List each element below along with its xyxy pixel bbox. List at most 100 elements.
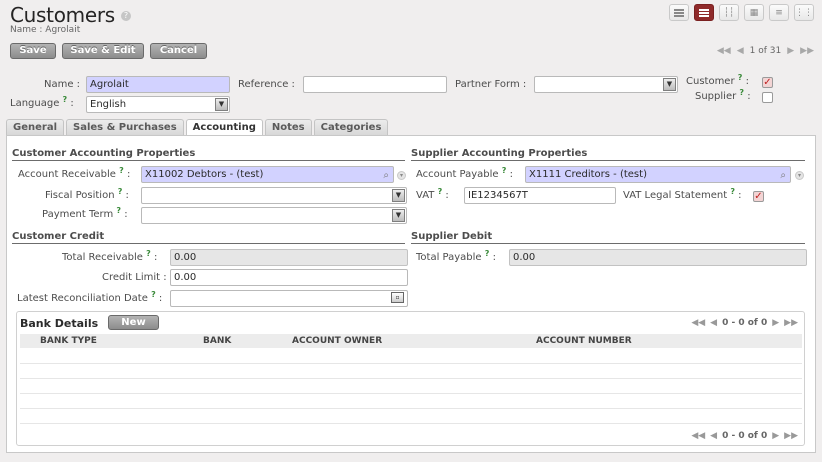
prev-record-icon[interactable]: ◀ [737, 46, 744, 56]
bank-details-grid: Bank Details New ◀◀ ◀ 0 - 0 of 0 ▶ ▶▶ BANK T… [16, 311, 805, 446]
page-title: Customers? [10, 3, 131, 27]
save-button[interactable]: Save [10, 43, 56, 59]
language-select[interactable]: English ▼ [86, 96, 230, 113]
prev-page-icon[interactable]: ◀ [710, 318, 717, 328]
next-record-icon[interactable]: ▶ [787, 46, 794, 56]
help-marker-icon[interactable]: ? [118, 187, 123, 196]
partner-form-select[interactable]: ▼ [534, 76, 678, 93]
gantt-view-icon[interactable]: ≡ [769, 4, 789, 21]
total-payable-value: 0.00 [509, 249, 807, 266]
help-marker-icon[interactable]: ? [119, 166, 124, 175]
tab-categories[interactable]: Categories [313, 119, 389, 135]
vat-input[interactable]: IE1234567T [464, 187, 616, 204]
help-marker-icon[interactable]: ? [739, 88, 744, 97]
calendar-view-icon[interactable]: ▦ [744, 4, 764, 21]
customer-credit-header: Customer Credit [12, 231, 405, 244]
credit-limit-label: Credit Limit : [102, 272, 167, 283]
chevron-down-icon: ▼ [663, 78, 676, 91]
search-icon[interactable]: ⌕ [383, 168, 389, 183]
bank-details-title: Bank Details [20, 317, 99, 330]
table-row [20, 378, 802, 379]
last-record-icon[interactable]: ▶▶ [800, 46, 814, 56]
record-pager: ◀◀ ◀ 1 of 31 ▶ ▶▶ [717, 46, 814, 56]
list-view-icon[interactable] [669, 4, 689, 21]
vat-legal-label: VAT Legal Statement ? : [623, 187, 742, 201]
vat-label: VAT ? : [416, 187, 449, 201]
name-label: Name : [44, 79, 81, 90]
column-account-number[interactable]: ACCOUNT NUMBER [536, 336, 632, 346]
chevron-down-icon: ▼ [215, 98, 228, 111]
column-bank-type[interactable]: BANK TYPE [40, 336, 97, 346]
last-page-icon[interactable]: ▶▶ [784, 431, 798, 441]
first-page-icon[interactable]: ◀◀ [691, 431, 705, 441]
bank-pager-bottom: ◀◀ ◀ 0 - 0 of 0 ▶ ▶▶ [691, 431, 798, 441]
help-marker-icon[interactable]: ? [502, 166, 507, 175]
first-page-icon[interactable]: ◀◀ [691, 318, 705, 328]
chevron-down-icon: ▼ [392, 189, 405, 202]
credit-limit-input[interactable]: 0.00 [170, 269, 408, 286]
tab-general[interactable]: General [6, 119, 64, 135]
help-marker-icon[interactable]: ? [116, 206, 121, 215]
kanban-view-icon[interactable]: ⋮⋮ [794, 4, 814, 21]
account-payable-label: Account Payable ? : [416, 166, 513, 180]
account-receivable-input[interactable]: X11002 Debtors - (test) ⌕ [141, 166, 394, 183]
account-payable-input[interactable]: X1111 Creditors - (test) ⌕ [525, 166, 791, 183]
dropdown-icon[interactable]: ▾ [795, 171, 804, 180]
column-account-owner[interactable]: ACCOUNT OWNER [292, 336, 382, 346]
graph-view-icon[interactable]: ┆┆ [719, 4, 739, 21]
help-marker-icon[interactable]: ? [738, 73, 743, 82]
last-page-icon[interactable]: ▶▶ [784, 318, 798, 328]
table-row [20, 423, 802, 424]
save-edit-button[interactable]: Save & Edit [62, 43, 144, 59]
tab-sales-purchases[interactable]: Sales & Purchases [66, 119, 184, 135]
help-icon[interactable]: ? [120, 10, 131, 21]
language-label: Language ? : [10, 95, 74, 109]
partner-form-label: Partner Form : [455, 79, 527, 90]
tab-bar: General Sales & Purchases Accounting Not… [6, 119, 389, 136]
reference-input[interactable] [303, 76, 447, 93]
calendar-icon[interactable]: ▫ [391, 292, 404, 303]
first-record-icon[interactable]: ◀◀ [717, 46, 731, 56]
help-marker-icon[interactable]: ? [438, 187, 443, 196]
payment-term-label: Payment Term ? : [42, 206, 128, 220]
supplier-label: Supplier ? : [695, 88, 751, 102]
payment-term-select[interactable]: ▼ [141, 207, 407, 224]
vat-legal-checkbox[interactable] [753, 191, 764, 202]
pager-text: 1 of 31 [749, 46, 782, 56]
total-receivable-label: Total Receivable ? : [62, 249, 158, 263]
search-icon[interactable]: ⌕ [780, 168, 786, 183]
column-bank[interactable]: BANK [203, 336, 231, 346]
latest-reconciliation-label: Latest Reconciliation Date ? : [17, 290, 163, 304]
customer-label: Customer ? : [686, 73, 749, 87]
help-marker-icon[interactable]: ? [63, 95, 68, 104]
supplier-checkbox[interactable] [762, 92, 773, 103]
new-bank-button[interactable]: New [108, 315, 159, 330]
supplier-debit-header: Supplier Debit [411, 231, 805, 244]
total-payable-label: Total Payable ? : [416, 249, 496, 263]
next-page-icon[interactable]: ▶ [772, 431, 779, 441]
fiscal-position-label: Fiscal Position ? : [45, 187, 129, 201]
breadcrumb: Name : Agrolait [10, 25, 81, 35]
table-row [20, 363, 802, 364]
form-view-icon[interactable] [694, 4, 714, 21]
help-marker-icon[interactable]: ? [485, 249, 490, 258]
prev-page-icon[interactable]: ◀ [710, 431, 717, 441]
name-input[interactable]: Agrolait [86, 76, 230, 93]
help-marker-icon[interactable]: ? [151, 290, 156, 299]
total-receivable-value: 0.00 [170, 249, 408, 266]
cancel-button[interactable]: Cancel [150, 43, 207, 59]
account-receivable-label: Account Receivable ? : [18, 166, 131, 180]
dropdown-icon[interactable]: ▾ [397, 171, 406, 180]
tab-accounting[interactable]: Accounting [185, 119, 263, 136]
help-marker-icon[interactable]: ? [730, 187, 735, 196]
latest-reconciliation-input[interactable]: ▫ [170, 290, 408, 307]
help-marker-icon[interactable]: ? [146, 249, 151, 258]
customer-checkbox[interactable] [762, 77, 773, 88]
bank-table-header: BANK TYPE BANK ACCOUNT OWNER ACCOUNT NUM… [20, 334, 802, 348]
customer-accounting-header: Customer Accounting Properties [12, 148, 405, 161]
tab-notes[interactable]: Notes [264, 119, 312, 135]
chevron-down-icon: ▼ [392, 209, 405, 222]
table-row [20, 408, 802, 409]
fiscal-position-select[interactable]: ▼ [141, 187, 407, 204]
next-page-icon[interactable]: ▶ [772, 318, 779, 328]
